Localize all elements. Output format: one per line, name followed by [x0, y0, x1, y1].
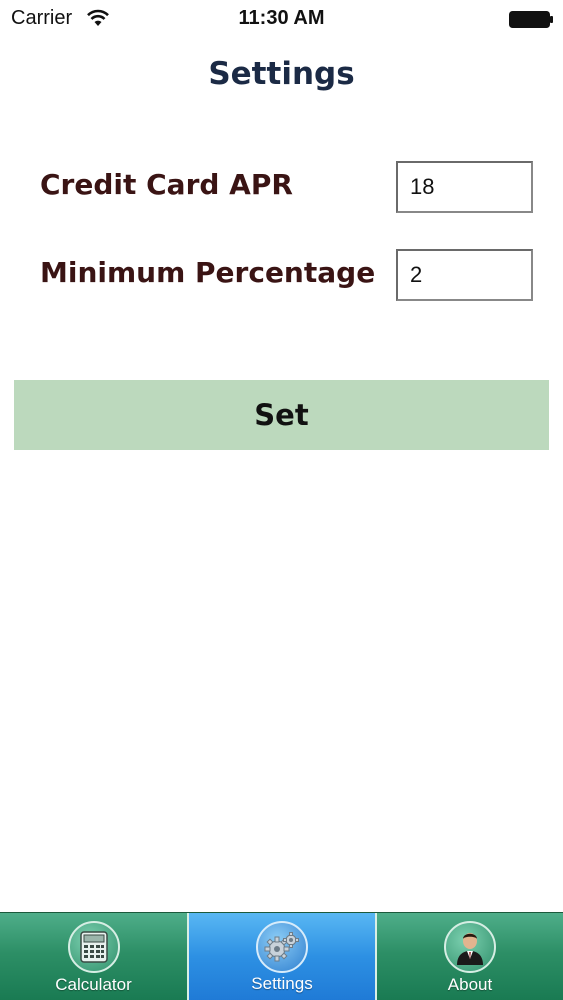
status-time: 11:30 AM — [238, 7, 325, 29]
tab-bar: Calculator Settings About — [0, 912, 563, 1000]
tab-about[interactable]: About — [375, 913, 563, 1000]
gears-icon — [256, 921, 308, 973]
tab-calculator[interactable]: Calculator — [0, 913, 189, 1000]
person-icon — [444, 921, 496, 973]
credit-card-apr-input[interactable] — [396, 161, 533, 213]
tab-settings-label: Settings — [251, 974, 313, 993]
tab-about-label: About — [447, 975, 493, 994]
status-bar: Carrier 11:30 AM — [0, 0, 563, 40]
settings-screen: Carrier 11:30 AM Settings Credit Card AP… — [0, 0, 563, 1000]
minimum-percentage-label: Minimum Percentage — [40, 256, 376, 289]
battery-icon — [509, 11, 553, 28]
credit-card-apr-label: Credit Card APR — [40, 168, 293, 201]
page-title: Settings — [208, 56, 355, 92]
minimum-percentage-input[interactable] — [396, 249, 533, 301]
tab-calculator-label: Calculator — [55, 975, 132, 994]
set-button[interactable]: Set — [14, 380, 549, 450]
calculator-icon — [67, 921, 120, 973]
tab-settings[interactable]: Settings — [189, 913, 375, 1000]
